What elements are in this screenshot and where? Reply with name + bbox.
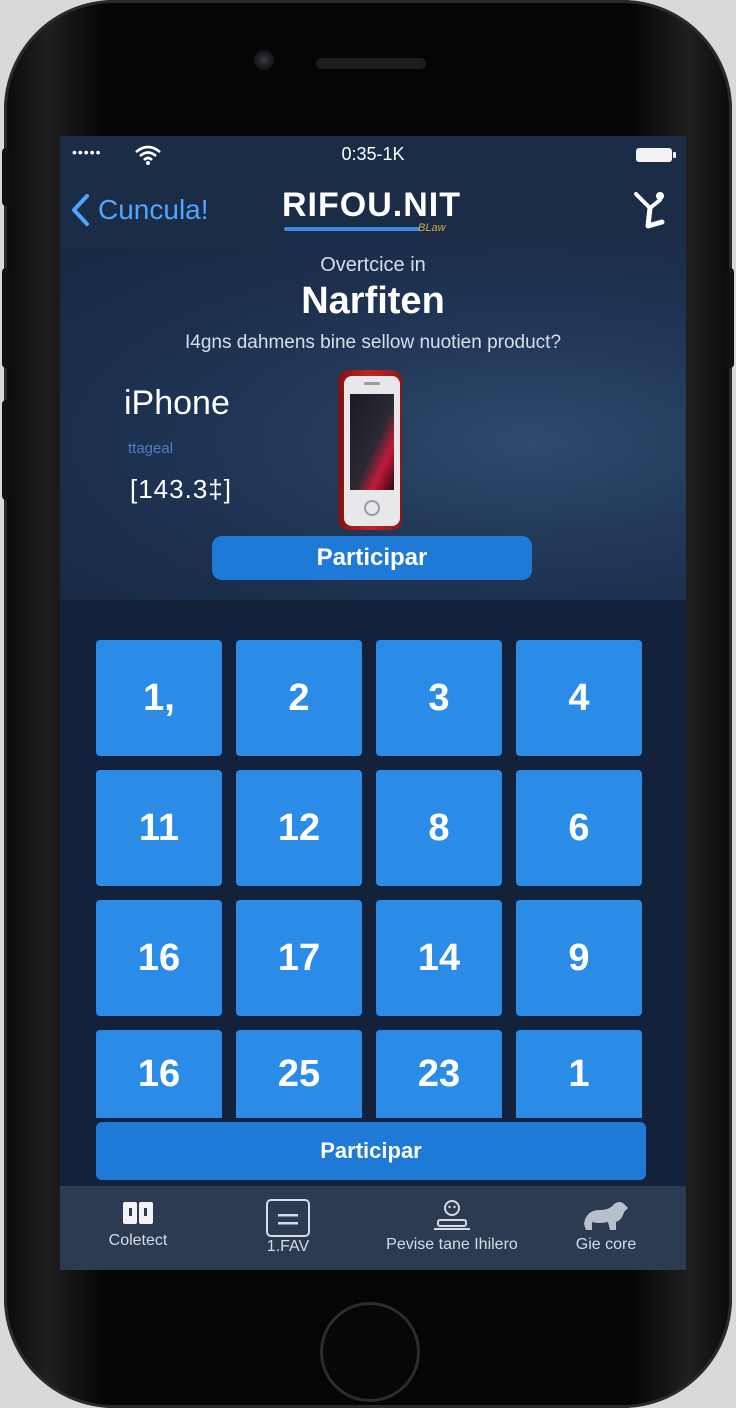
tab-label: Coletect: [108, 1232, 168, 1249]
tab-pevise[interactable]: Pevise tane Ihilero: [372, 1186, 532, 1270]
chevron-left-icon: [72, 194, 89, 226]
status-time: 0:35-1K: [341, 144, 405, 164]
tab-label: 1.FAV: [266, 1238, 310, 1255]
product-price: [143.3‡]: [130, 474, 232, 504]
navigation-bar: Cuncula! RIFOU.NIT BLaw: [60, 176, 686, 248]
number-tile[interactable]: 1,: [96, 640, 222, 756]
number-tile[interactable]: 1: [516, 1030, 642, 1118]
number-tile[interactable]: 8: [376, 770, 502, 886]
tab-bar: Coletect 1.FAV Pevise tane Ihilero Gie c…: [60, 1186, 686, 1270]
number-tile[interactable]: 23: [376, 1030, 502, 1118]
number-tile[interactable]: 25: [236, 1030, 362, 1118]
tab-fav[interactable]: 1.FAV: [238, 1186, 338, 1270]
front-camera: [254, 50, 274, 70]
phone-frame: ••••• 0:35-1K Cuncula! RIFOU.NIT BLaw Ov…: [2, 0, 734, 1408]
number-tile[interactable]: 14: [376, 900, 502, 1016]
number-tile[interactable]: 6: [516, 770, 642, 886]
number-tile[interactable]: 12: [236, 770, 362, 886]
number-tile[interactable]: 16: [96, 900, 222, 1016]
silent-switch: [2, 148, 10, 206]
participate-button-top[interactable]: Participar: [212, 536, 532, 580]
power-button: [726, 268, 734, 368]
tab-label: Pevise tane Ihilero: [386, 1236, 518, 1253]
volume-up-button: [2, 268, 10, 368]
product-phone-image: [338, 370, 402, 530]
volume-down-button: [2, 400, 10, 500]
number-tile[interactable]: 16: [96, 1030, 222, 1118]
back-button[interactable]: Cuncula!: [70, 190, 209, 230]
tab-coletect[interactable]: Coletect: [88, 1186, 188, 1270]
app-logo: RIFOU.NIT: [282, 186, 461, 224]
screen: ••••• 0:35-1K Cuncula! RIFOU.NIT BLaw Ov…: [60, 136, 686, 1270]
hero-overtitle: Overtcice in: [320, 254, 426, 276]
number-tile[interactable]: 3: [376, 640, 502, 756]
number-tile[interactable]: 9: [516, 900, 642, 1016]
list-icon: [266, 1199, 310, 1237]
book-icon: [123, 1202, 153, 1224]
number-grid: 1, 2 3 4 11 12 8 6 16 17 14 9 16 25 23 1: [60, 600, 686, 1186]
tab-label: Gie core: [575, 1236, 637, 1253]
user-ticket-icon: [434, 1200, 470, 1230]
number-tile[interactable]: 4: [516, 640, 642, 756]
hero-section: Overtcice in Narfiten I4gns dahmens bine…: [60, 248, 686, 600]
back-label: Cuncula!: [98, 194, 209, 225]
number-tile[interactable]: 11: [96, 770, 222, 886]
logo-underline: [284, 227, 420, 231]
hero-question: I4gns dahmens bine sellow nuotien produc…: [184, 332, 562, 353]
status-bar: ••••• 0:35-1K: [60, 136, 686, 176]
earpiece-speaker: [316, 58, 426, 69]
number-tile[interactable]: 2: [236, 640, 362, 756]
product-tag: ttageal: [128, 440, 174, 457]
hero-headline: Narfiten: [301, 280, 445, 322]
product-name: iPhone: [124, 384, 230, 422]
participate-button-bottom[interactable]: Participar: [96, 1122, 646, 1180]
logo-subtitle: BLaw: [418, 222, 446, 234]
battery-icon: [636, 148, 676, 162]
number-tile[interactable]: 17: [236, 900, 362, 1016]
home-button[interactable]: [320, 1302, 420, 1402]
profile-icon[interactable]: [630, 188, 670, 232]
tab-gie-core[interactable]: Gie core: [556, 1186, 656, 1270]
animal-icon: [584, 1202, 628, 1230]
